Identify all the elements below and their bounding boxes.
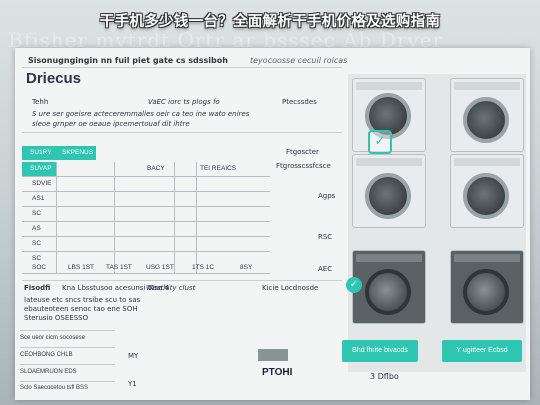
bottom-row: CEOHBONG CHLB	[20, 352, 73, 358]
section2-mid2: Wasthity clust	[146, 284, 196, 292]
table-line	[22, 236, 270, 237]
table-label: AS1	[32, 195, 45, 202]
bottom-row: Sce ueor cicm socosese	[20, 335, 86, 341]
row1-right: Ptecssdes	[282, 98, 317, 106]
table-footer-cell: LBS 1ST	[68, 264, 95, 271]
right-note: Agps	[318, 192, 336, 200]
teal-button-1[interactable]: Bhd fhrite bivacds	[342, 340, 418, 362]
check-icon: ✓	[346, 277, 362, 293]
table-label: AS	[32, 225, 41, 232]
section2-line: Iateuse etc sncs trsibe scu to sas	[24, 296, 141, 304]
row1-mid: VaEC iorc ts plogs fo	[148, 98, 220, 106]
bottom-list: Sce ueor cicm socosese CEOHBONG CHLB SLO…	[20, 330, 115, 398]
divider	[22, 132, 342, 133]
right-note: AEC	[318, 265, 333, 273]
table-col-head: BACY	[147, 165, 165, 172]
table-col-line	[56, 162, 57, 273]
table-label: SC	[32, 210, 42, 217]
table-footer-cell: TAS 1ST	[106, 264, 132, 271]
bottom-mid: MY	[128, 352, 139, 360]
table-footer-cell: USG 1ST	[146, 264, 174, 271]
table-line	[22, 176, 270, 177]
table-label: SC	[32, 255, 42, 262]
right-note: RSC	[318, 233, 333, 241]
top-line-right: teyocoosse cecuil roicas	[250, 56, 348, 65]
top-line-left: Sisonugngingin nn fuil piet gate cs sdss…	[28, 56, 228, 65]
bottom-line	[20, 330, 115, 331]
table-line	[22, 206, 270, 207]
divider	[22, 67, 342, 68]
check-icon: ✓	[368, 130, 392, 154]
bottom-row: Sclo Saecocetou tsfl BSS	[20, 385, 89, 391]
table-label: SC	[32, 240, 42, 247]
grey-bar	[258, 349, 288, 361]
bottom-row: SLOAEMRUON EDS	[20, 369, 77, 375]
table-col-line	[196, 162, 197, 273]
page-heading: Driecus	[26, 70, 82, 87]
row2: S ure ser goeisre acteceremmalies oeir c…	[32, 110, 250, 118]
table-header-cell: SU1RY	[30, 149, 52, 156]
bottom-line	[20, 381, 115, 382]
dryer-image	[352, 154, 426, 228]
ptohi-label: PTOHI	[262, 367, 293, 378]
bottom-line	[20, 364, 115, 365]
teal-button-2[interactable]: Y ugitteer Ecbsd	[442, 340, 522, 362]
table-line	[22, 221, 270, 222]
product-grid	[348, 74, 526, 372]
table-footer-cell: 8SY	[240, 264, 253, 271]
right-note: Ftgrosscssfcsce	[276, 162, 331, 170]
divider	[22, 280, 342, 281]
bottom-line	[20, 347, 115, 348]
table-line	[22, 273, 270, 274]
table-footer-cell: SOC	[32, 264, 47, 271]
bottom-mid: Y1	[128, 380, 137, 388]
table-col-line	[114, 162, 115, 273]
right-note: Ftgoscter	[286, 148, 319, 156]
dryer-image	[450, 250, 524, 324]
section2-line: ebauteoteen senoc tao ene SOH	[24, 305, 138, 313]
table-line	[22, 191, 270, 192]
dryer-image	[450, 154, 524, 228]
table-footer-cell: 1TS 1C	[192, 264, 215, 271]
section2-line: Sterusio OSEESSO	[24, 314, 89, 322]
banner-title: 干手机多少钱一台？全面解析干手机价格及选购指南	[99, 14, 441, 30]
table-col-head: TEI REAICS	[200, 165, 237, 172]
table-line	[22, 251, 270, 252]
section2-right: Kicie Locdnosde	[262, 284, 319, 292]
section2-left: Fisodfi	[24, 284, 51, 292]
row1-left: Tehh	[32, 98, 49, 106]
table-col-head: SUVAP	[30, 165, 52, 172]
table-header-cell: SKPENUS	[62, 149, 94, 156]
table-col-line	[174, 162, 175, 273]
bottom-right-label: 3 Dflbo	[370, 372, 399, 381]
dryer-image	[352, 250, 426, 324]
dryer-image	[450, 78, 524, 152]
row3: sleoe grnper oe oeaue ipcemertouaf dit i…	[32, 120, 190, 128]
data-table: SU1RY SKPENUS SUVAP BACY TEI REAICS SDVI…	[22, 146, 270, 276]
table-label: SDVIE	[32, 180, 52, 187]
